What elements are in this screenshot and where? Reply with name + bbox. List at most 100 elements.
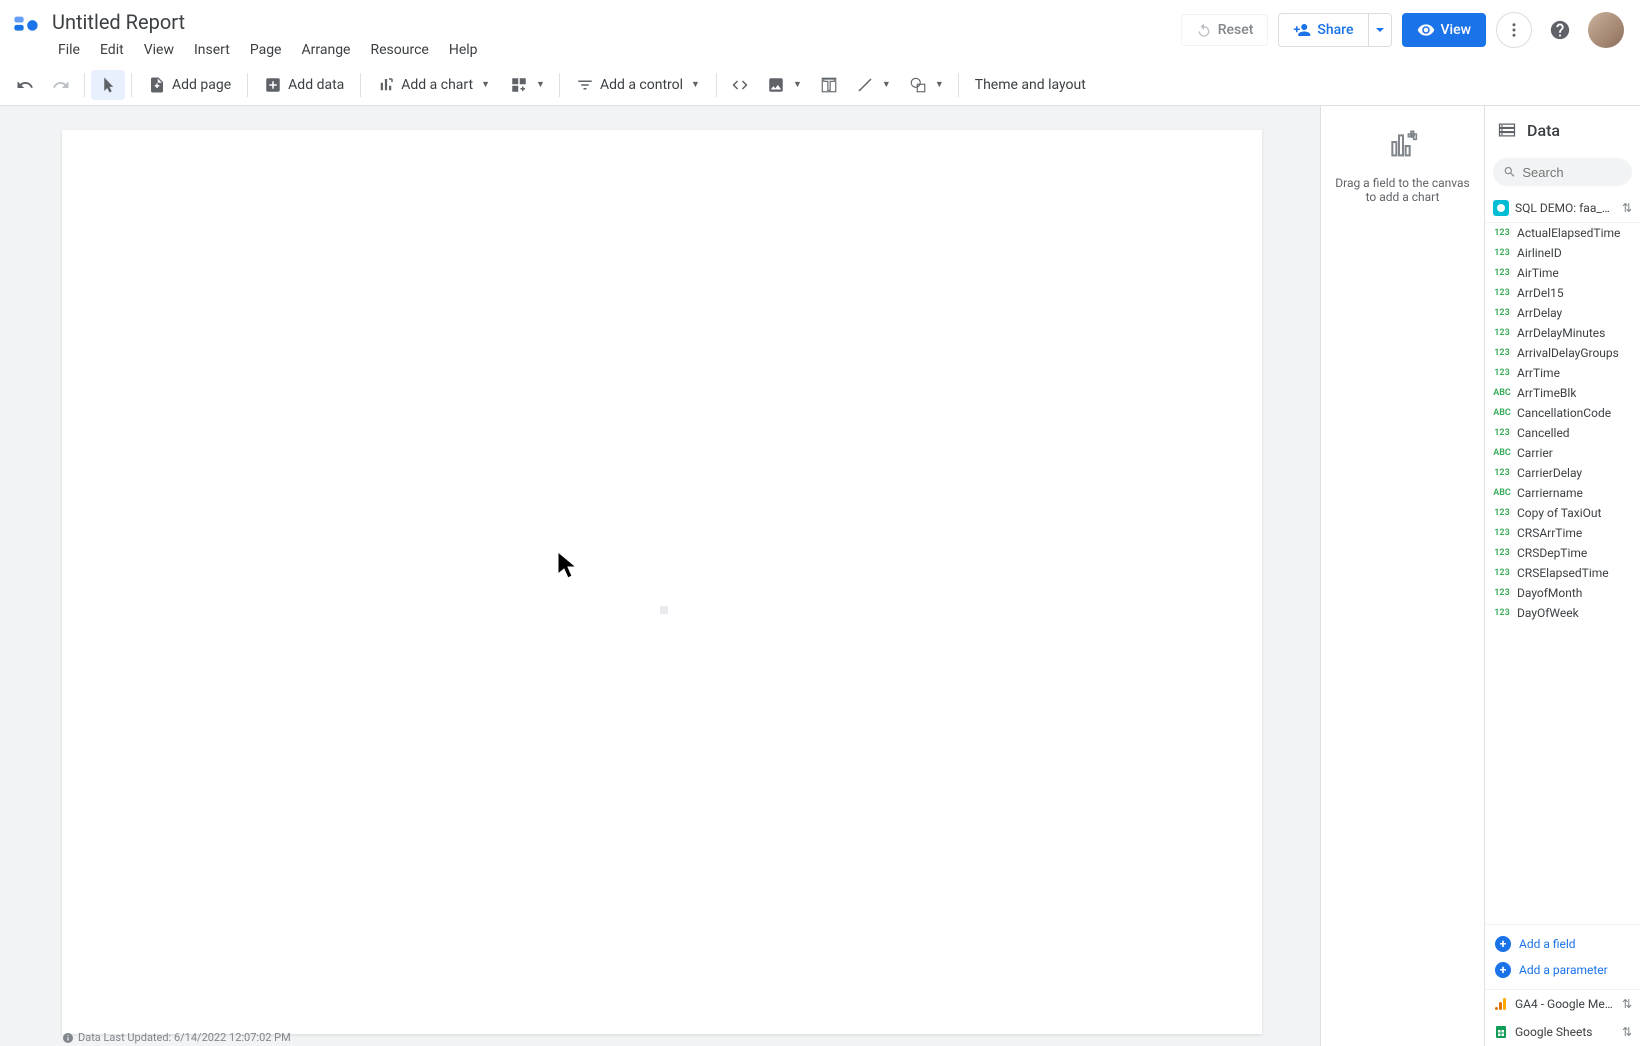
field-item[interactable]: 123AirlineID [1485, 243, 1640, 263]
field-name: AirlineID [1517, 246, 1562, 260]
field-item[interactable]: 123ArrivalDelayGroups [1485, 343, 1640, 363]
chart-drop-panel[interactable]: Drag a field to the canvas to add a char… [1320, 106, 1484, 1046]
field-item[interactable]: 123DayOfWeek [1485, 603, 1640, 623]
undo-button[interactable] [8, 70, 42, 100]
data-icon [1497, 120, 1517, 140]
more-options-button[interactable] [1496, 12, 1532, 48]
expand-icon[interactable]: ⇅ [1622, 201, 1632, 215]
field-name: ArrTimeBlk [1517, 386, 1576, 400]
field-item[interactable]: 123 DayofMonth [1485, 583, 1640, 603]
field-item[interactable]: 123CRSDepTime [1485, 543, 1640, 563]
text-type-icon: ABC [1493, 408, 1511, 418]
filter-icon [576, 76, 594, 94]
add-chart-icon [1387, 130, 1419, 162]
toolbar-separator [958, 73, 959, 97]
canvas-area[interactable]: Data Last Updated: 6/14/2022 12:07:02 PM [0, 106, 1320, 1046]
select-tool[interactable] [91, 70, 125, 100]
data-source-name: SQL DEMO: faa_fli... [1515, 201, 1616, 215]
chevron-down-icon: ▼ [935, 79, 944, 90]
theme-layout-button[interactable]: Theme and layout [965, 71, 1096, 99]
menu-file[interactable]: File [50, 38, 88, 62]
data-source-primary[interactable]: SQL DEMO: faa_fli... ⇅ [1485, 194, 1640, 222]
menu-page[interactable]: Page [242, 38, 290, 62]
menu-view[interactable]: View [136, 38, 182, 62]
data-source-item[interactable]: Google Sheets⇅ [1485, 1018, 1640, 1046]
undo-icon [1196, 22, 1212, 38]
view-button[interactable]: View [1402, 13, 1487, 47]
add-chart-button[interactable]: Add a chart ▼ [367, 70, 500, 100]
add-data-button[interactable]: Add data [254, 70, 354, 100]
shape-button[interactable]: ▼ [901, 70, 952, 100]
field-item[interactable]: 123CarrierDelay [1485, 463, 1640, 483]
text-type-icon: ABC [1493, 448, 1511, 458]
chevron-down-icon: ▼ [691, 79, 700, 90]
chart-icon [377, 76, 395, 94]
field-name: DayofMonth [1517, 586, 1582, 600]
menu-arrange[interactable]: Arrange [294, 38, 359, 62]
undo-icon [16, 76, 34, 94]
field-item[interactable]: ABC CancellationCode [1485, 403, 1640, 423]
field-item[interactable]: ABC Carrier [1485, 443, 1640, 463]
data-source-item[interactable]: GA4 - Google Merc... ⇅ [1485, 990, 1640, 1018]
info-icon [62, 1032, 74, 1044]
document-title[interactable]: Untitled Report [50, 8, 1181, 36]
field-name: ArrivalDelayGroups [1517, 346, 1619, 360]
report-canvas[interactable] [62, 130, 1262, 1034]
community-viz-button[interactable]: ▼ [502, 70, 553, 100]
field-item[interactable]: 123CRSElapsedTime [1485, 563, 1640, 583]
redo-button[interactable] [44, 70, 78, 100]
menu-help[interactable]: Help [441, 38, 486, 62]
canvas-center-marker [660, 606, 668, 614]
share-button[interactable]: Share [1278, 13, 1368, 47]
text-button[interactable] [812, 70, 846, 100]
reset-button[interactable]: Reset [1181, 14, 1269, 46]
field-item[interactable]: 123Copy of TaxiOut [1485, 503, 1640, 523]
chevron-down-icon: ▼ [481, 79, 490, 90]
field-name: CRSArrTime [1517, 526, 1582, 540]
expand-icon[interactable]: ⇅ [1622, 1025, 1632, 1039]
field-name: Carrier [1517, 446, 1553, 460]
field-item[interactable]: ABCCarriername [1485, 483, 1640, 503]
data-search-input[interactable] [1522, 165, 1622, 180]
line-button[interactable]: ▼ [848, 70, 899, 100]
add-field-link[interactable]: + Add a field [1485, 931, 1640, 957]
embed-button[interactable] [723, 70, 757, 100]
field-item[interactable]: 123ArrTime [1485, 363, 1640, 383]
add-page-label: Add page [172, 77, 231, 93]
number-type-icon: 123 [1493, 468, 1511, 478]
field-item[interactable]: 123ArrDelay [1485, 303, 1640, 323]
field-item[interactable]: ABCArrTimeBlk [1485, 383, 1640, 403]
image-button[interactable]: ▼ [759, 70, 810, 100]
menu-insert[interactable]: Insert [186, 38, 238, 62]
field-item[interactable]: 123CRSArrTime [1485, 523, 1640, 543]
data-source-name: GA4 - Google Merc... [1515, 997, 1616, 1011]
user-avatar[interactable] [1588, 12, 1624, 48]
field-item[interactable]: 123ActualElapsedTime [1485, 223, 1640, 243]
toolbar-separator [84, 73, 85, 97]
add-control-button[interactable]: Add a control ▼ [566, 70, 710, 100]
code-icon [731, 76, 749, 94]
add-parameter-link[interactable]: + Add a parameter [1485, 957, 1640, 983]
share-dropdown[interactable] [1369, 13, 1392, 47]
number-type-icon: 123 [1493, 588, 1511, 598]
field-item[interactable]: 123ArrDelayMinutes [1485, 323, 1640, 343]
field-item[interactable]: 123AirTime [1485, 263, 1640, 283]
theme-layout-label: Theme and layout [975, 77, 1086, 93]
widgets-icon [510, 76, 528, 94]
menu-resource[interactable]: Resource [362, 38, 436, 62]
search-icon [1503, 164, 1516, 180]
add-page-button[interactable]: Add page [138, 70, 241, 100]
field-list: 123ActualElapsedTime123AirlineID123AirTi… [1485, 222, 1640, 924]
help-button[interactable] [1542, 12, 1578, 48]
number-type-icon: 123 [1493, 608, 1511, 618]
expand-icon[interactable]: ⇅ [1622, 997, 1632, 1011]
app-logo[interactable] [12, 12, 40, 40]
status-bar: Data Last Updated: 6/14/2022 12:07:02 PM [62, 1031, 291, 1044]
menu-edit[interactable]: Edit [92, 38, 132, 62]
data-search[interactable] [1493, 158, 1632, 186]
eye-icon [1417, 21, 1435, 39]
field-item[interactable]: 123ArrDel15 [1485, 283, 1640, 303]
field-name: ArrDelayMinutes [1517, 326, 1605, 340]
field-name: CancellationCode [1517, 406, 1611, 420]
field-item[interactable]: 123Cancelled [1485, 423, 1640, 443]
